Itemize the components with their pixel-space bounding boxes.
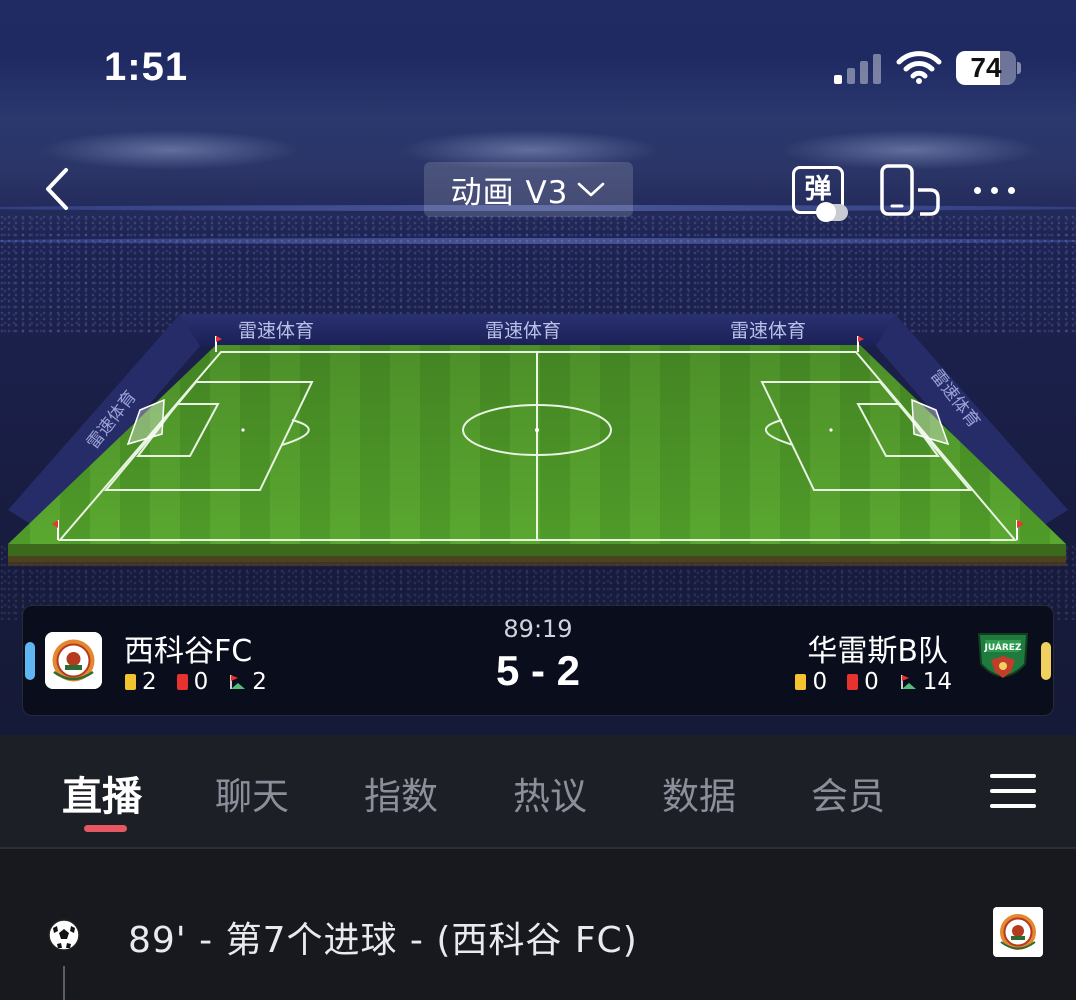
- animation-mode-label: 动画 V3: [450, 175, 569, 211]
- red-card-icon: [176, 674, 188, 690]
- toggle-knob: [816, 202, 836, 222]
- battery-level: 74: [970, 52, 1002, 83]
- back-button[interactable]: [38, 166, 82, 212]
- rotate-screen-icon: [880, 164, 940, 216]
- tab-menu-button[interactable]: [990, 772, 1036, 810]
- tab-chat[interactable]: 聊天: [215, 766, 289, 820]
- away-team-crest[interactable]: JUÁREZ: [975, 630, 1031, 688]
- corner-kick-icon: [900, 675, 916, 689]
- home-team-stats: 2 0 2: [125, 669, 267, 695]
- away-red-cards: 0: [864, 669, 879, 695]
- tab-data[interactable]: 数据: [662, 766, 736, 820]
- more-options-button[interactable]: [974, 178, 1024, 202]
- sponsor-text: 雷速体育: [730, 320, 806, 342]
- stadium-light: [40, 130, 300, 170]
- animation-mode-dropdown[interactable]: 动画 V3: [424, 162, 633, 217]
- feed-event-text[interactable]: 89' - 第7个进球 - (西科谷 FC): [128, 911, 638, 963]
- sponsor-text: 雷速体育: [238, 320, 314, 342]
- home-red-cards: 0: [193, 669, 209, 695]
- tab-membership[interactable]: 会员: [811, 766, 885, 820]
- sponsor-text: 雷速体育: [485, 320, 561, 342]
- tab-odds[interactable]: 指数: [364, 766, 438, 820]
- soccer-ball-icon: [48, 919, 80, 951]
- yellow-card-icon: [125, 674, 136, 690]
- match-clock: 89:19: [503, 615, 573, 643]
- away-team-marker: [1041, 642, 1051, 680]
- red-card-icon: [847, 674, 859, 690]
- chevron-left-icon: [46, 168, 68, 210]
- barrage-toggle-button[interactable]: 弹: [790, 164, 856, 224]
- yellow-card-icon: [795, 674, 807, 690]
- home-team-crest[interactable]: [45, 632, 102, 689]
- battery-icon: 74: [956, 51, 1022, 85]
- match-score: 5 - 2: [495, 647, 581, 694]
- football-pitch: 雷速体育 雷速体育 雷速体育 雷速体育 雷速体育: [8, 314, 1068, 566]
- away-team-stats: 0 0 14: [795, 669, 952, 695]
- corner-kick-icon: [230, 675, 246, 689]
- chevron-down-icon: [578, 182, 605, 196]
- home-corners: 2: [252, 669, 267, 695]
- away-crest-text: JUÁREZ: [984, 641, 1022, 653]
- status-time: 1:51: [104, 45, 189, 89]
- home-team-name[interactable]: 西科谷FC: [124, 626, 252, 670]
- cellular-signal-icon: [834, 54, 881, 84]
- wifi-icon: [896, 51, 942, 84]
- timeline-line: [63, 966, 65, 1000]
- hamburger-icon: [990, 774, 1036, 778]
- active-tab-indicator: [84, 825, 127, 832]
- more-dots-icon: [974, 186, 981, 194]
- away-corners: 14: [922, 669, 952, 695]
- tab-live[interactable]: 直播: [62, 764, 142, 822]
- away-yellow-cards: 0: [812, 669, 828, 695]
- event-team-crest: [993, 907, 1043, 957]
- tab-discussion[interactable]: 热议: [513, 766, 587, 820]
- away-team-name[interactable]: 华雷斯B队: [807, 626, 948, 670]
- home-team-marker: [25, 642, 35, 680]
- home-yellow-cards: 2: [142, 669, 157, 695]
- rotate-screen-button[interactable]: [878, 164, 944, 220]
